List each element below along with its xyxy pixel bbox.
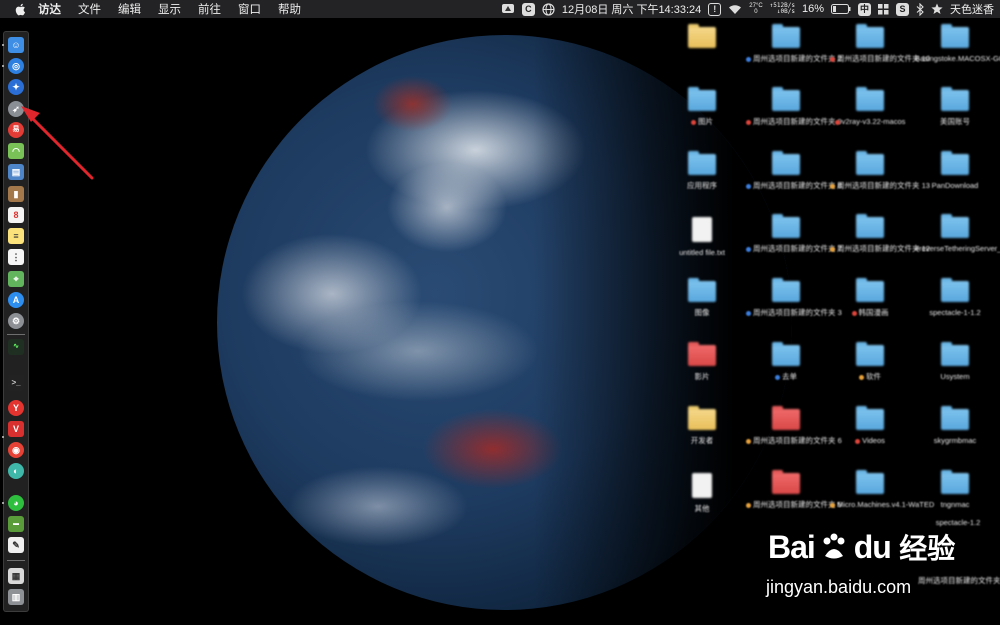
red-pointer-arrow <box>21 106 94 180</box>
